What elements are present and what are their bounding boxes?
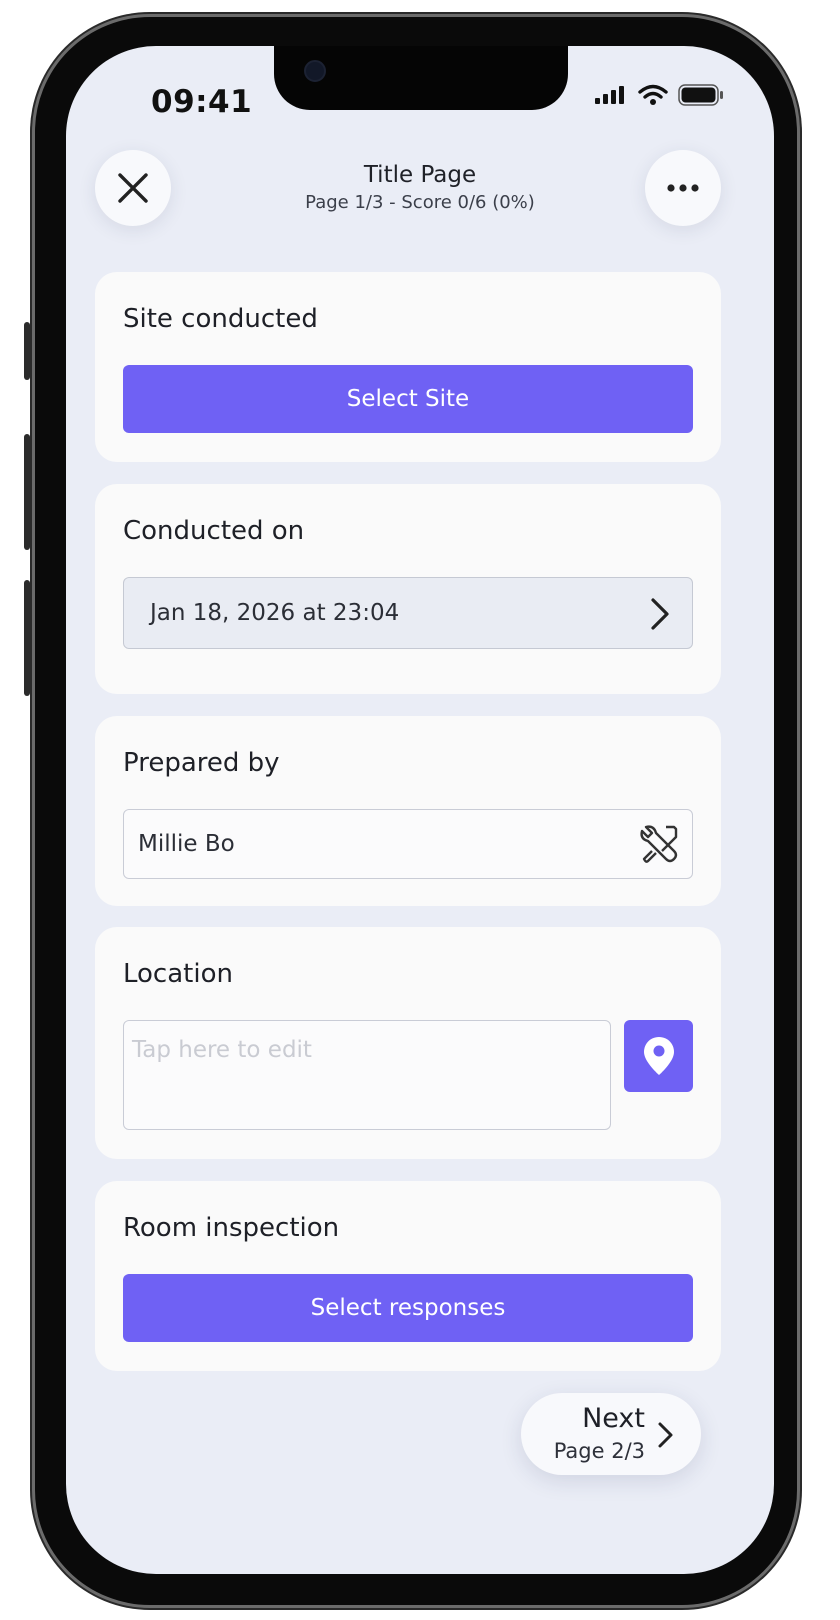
location-label: Location <box>123 959 233 989</box>
front-camera <box>304 60 326 82</box>
prepared-by-card: Prepared by Millie Bo <box>95 716 721 906</box>
status-icons <box>594 84 724 106</box>
prepared-by-field[interactable]: Millie Bo <box>123 809 693 879</box>
chevron-right-icon <box>658 1422 673 1448</box>
mute-switch <box>24 322 30 380</box>
conducted-on-value: Jan 18, 2026 at 23:04 <box>150 600 400 626</box>
chevron-right-icon <box>651 598 669 630</box>
conducted-on-card: Conducted on Jan 18, 2026 at 23:04 <box>95 484 721 694</box>
select-site-button[interactable]: Select Site <box>123 365 693 433</box>
app-screen: 09:41 Title Page Page 1/3 - Score 0/6 (0… <box>66 46 774 1574</box>
more-horizontal-icon <box>667 184 699 192</box>
next-page-button[interactable]: Next Page 2/3 <box>521 1393 701 1475</box>
location-pin-button[interactable] <box>624 1020 693 1092</box>
conducted-on-label: Conducted on <box>123 516 305 546</box>
tools-icon[interactable] <box>638 823 680 865</box>
room-inspection-card: Room inspection Select responses <box>95 1181 721 1371</box>
prepared-by-value: Millie Bo <box>138 831 235 857</box>
conducted-on-datetime-field[interactable]: Jan 18, 2026 at 23:04 <box>123 577 693 649</box>
select-responses-button[interactable]: Select responses <box>123 1274 693 1342</box>
location-input[interactable]: Tap here to edit <box>123 1020 611 1130</box>
next-page-indicator: Page 2/3 <box>553 1439 645 1463</box>
battery-icon <box>678 84 723 106</box>
location-pin-icon <box>643 1037 674 1075</box>
volume-up-button <box>24 434 30 550</box>
volume-down-button <box>24 580 30 696</box>
status-time: 09:41 <box>151 84 253 120</box>
prepared-by-label: Prepared by <box>123 748 280 778</box>
wifi-icon <box>638 84 668 105</box>
cellular-signal-icon <box>595 86 624 104</box>
site-conducted-label: Site conducted <box>123 304 318 334</box>
next-label: Next <box>582 1403 645 1434</box>
notch <box>274 46 568 110</box>
site-conducted-card: Site conducted Select Site <box>95 272 721 462</box>
location-placeholder: Tap here to edit <box>132 1037 312 1063</box>
room-inspection-label: Room inspection <box>123 1213 340 1243</box>
location-card: Location Tap here to edit <box>95 927 721 1159</box>
more-options-button[interactable] <box>645 150 721 226</box>
